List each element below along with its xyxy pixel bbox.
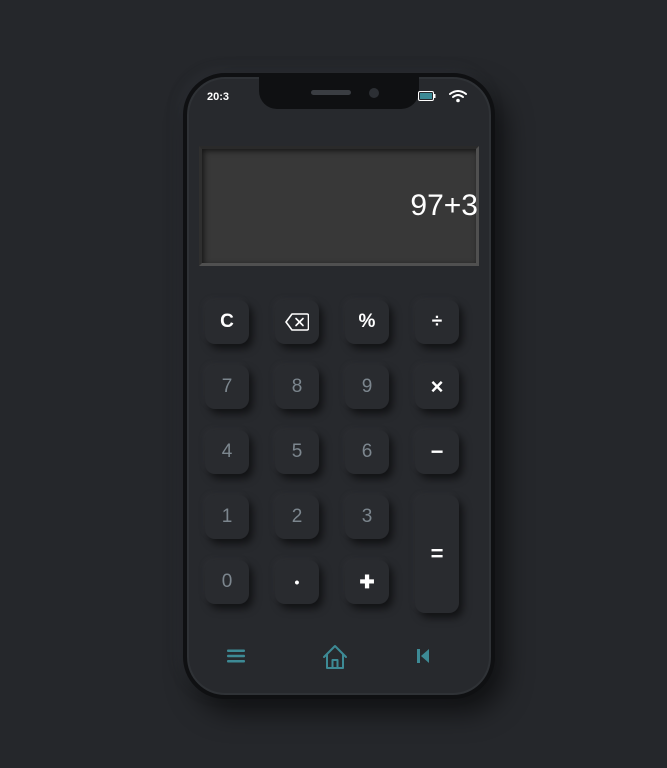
digit-3-label: 3: [361, 506, 373, 527]
menu-icon: [227, 649, 245, 663]
digit-6-button[interactable]: 6: [345, 430, 389, 474]
digit-0-button[interactable]: 0: [205, 560, 249, 604]
decimal-point-button[interactable]: •: [275, 560, 319, 604]
digit-0-label: 0: [221, 571, 233, 592]
digit-8-label: 8: [291, 376, 303, 397]
digit-8-button[interactable]: 8: [275, 365, 319, 409]
status-time: 20:3: [207, 91, 230, 103]
plus-label: ✚: [359, 571, 375, 592]
home-icon: [323, 645, 347, 669]
divide-button[interactable]: ÷: [415, 300, 459, 344]
front-camera: [369, 88, 379, 98]
divide-label: ÷: [431, 311, 443, 332]
back-button[interactable]: [412, 645, 434, 667]
digit-4-label: 4: [221, 441, 233, 462]
digit-4-button[interactable]: 4: [205, 430, 249, 474]
multiply-button[interactable]: ×: [415, 365, 459, 409]
digit-7-label: 7: [221, 376, 233, 397]
clear-label: C: [220, 311, 234, 332]
digit-2-label: 2: [291, 506, 303, 527]
digit-5-button[interactable]: 5: [275, 430, 319, 474]
digit-9-label: 9: [361, 376, 373, 397]
home-button[interactable]: [319, 641, 351, 673]
menu-button[interactable]: [223, 643, 249, 669]
minus-button[interactable]: −: [415, 430, 459, 474]
percent-label: %: [358, 311, 376, 332]
digit-5-label: 5: [291, 441, 303, 462]
equals-label: =: [430, 541, 444, 566]
digit-1-label: 1: [221, 506, 233, 527]
digit-2-button[interactable]: 2: [275, 495, 319, 539]
wifi-icon: [449, 90, 467, 103]
multiply-label: ×: [430, 374, 444, 399]
calculator-display: 97+3: [199, 146, 479, 266]
speaker-grille: [311, 90, 351, 95]
decimal-point-label: •: [294, 574, 300, 590]
digit-7-button[interactable]: 7: [205, 365, 249, 409]
skip-back-icon: [417, 649, 429, 663]
digit-1-button[interactable]: 1: [205, 495, 249, 539]
clear-button[interactable]: C: [205, 300, 249, 344]
phone-notch: [259, 77, 419, 109]
digit-3-button[interactable]: 3: [345, 495, 389, 539]
equals-button[interactable]: =: [415, 495, 459, 613]
backspace-icon: [285, 313, 309, 331]
battery-icon: [418, 91, 436, 101]
backspace-button[interactable]: [275, 300, 319, 344]
minus-label: −: [430, 439, 444, 464]
percent-button[interactable]: %: [345, 300, 389, 344]
digit-6-label: 6: [361, 441, 373, 462]
plus-button[interactable]: ✚: [345, 560, 389, 604]
digit-9-button[interactable]: 9: [345, 365, 389, 409]
phone-frame: 20:3 97+3 C % ÷ 7 8 9 × 4 5 6 − 1 2 3 = …: [183, 73, 495, 699]
display-expression: 97+3: [410, 189, 478, 222]
